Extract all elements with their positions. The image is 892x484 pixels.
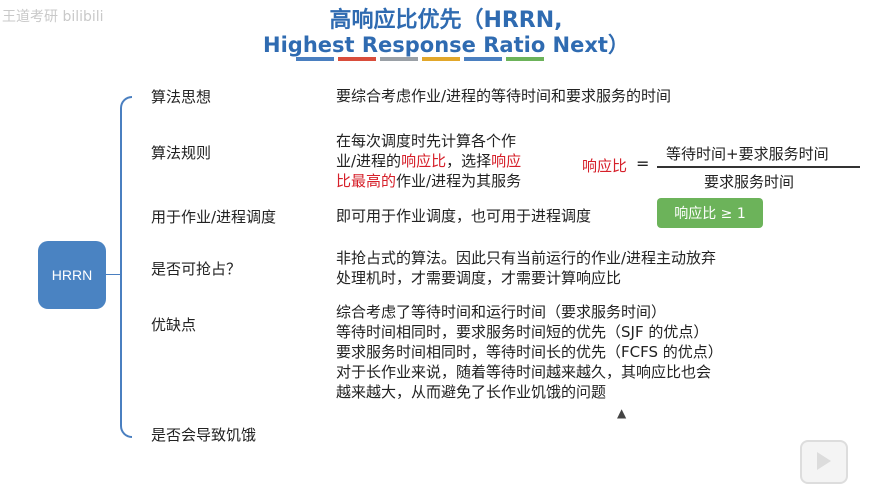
play-triangle xyxy=(817,452,831,470)
rule-text: 业/进程的 xyxy=(336,152,402,170)
formula-equals: = xyxy=(636,154,650,173)
pros-cons-line: 要求服务时间相同时，等待时间长的优先（FCFS 的优点） xyxy=(336,343,723,361)
formula-denominator: 要求服务时间 xyxy=(704,173,795,191)
pros-cons-line: 综合考虑了等待时间和运行时间（要求服务时间） xyxy=(336,303,667,321)
label-scheduling-use: 用于作业/进程调度 xyxy=(151,208,277,226)
label-algorithm-rule: 算法规则 xyxy=(151,144,212,162)
title-color-stripes xyxy=(296,57,544,61)
label-pros-cons: 优缺点 xyxy=(151,316,197,334)
content-pros-cons: 综合考虑了等待时间和运行时间（要求服务时间） 等待时间相同时，要求服务时间短的优… xyxy=(336,302,723,402)
rule-highlight: 比最高的 xyxy=(336,172,397,190)
node-connector xyxy=(106,274,120,275)
page-subtitle: Highest Response Ratio Next） xyxy=(263,33,629,57)
mouse-cursor-icon: ▲ xyxy=(617,406,627,420)
stripe xyxy=(506,57,544,61)
ratio-badge: 响应比 ≥ 1 xyxy=(657,198,763,228)
pros-cons-line: 等待时间相同时，要求服务时间短的优先（SJF 的优点） xyxy=(336,323,709,341)
content-algorithm-idea: 要综合考虑作业/进程的等待时间和要求服务的时间 xyxy=(336,87,672,105)
formula-numerator: 等待时间+要求服务时间 xyxy=(666,145,829,163)
formula-label: 响应比 xyxy=(582,157,628,175)
pros-cons-line: 对于长作业来说，随着等待时间越来越久，其响应比也会 xyxy=(336,363,712,381)
stripe xyxy=(338,57,376,61)
preemptive-line: 处理机时，才需要调度，才需要计算响应比 xyxy=(336,269,622,287)
rule-text: 作业/进程为其服务 xyxy=(396,172,522,190)
stripe xyxy=(296,57,334,61)
hrrn-node: HRRN xyxy=(38,241,106,309)
pros-cons-line: 越来越大，从而避免了长作业饥饿的问题 xyxy=(336,383,607,401)
content-preemptive: 非抢占式的算法。因此只有当前运行的作业/进程主动放弃 处理机时，才需要调度，才需… xyxy=(336,248,716,288)
rule-text: ，选择 xyxy=(446,152,492,170)
mindmap-brace xyxy=(120,96,132,438)
rule-highlight: 响应比 xyxy=(401,152,447,170)
rule-text: 在每次调度时先计算各个作 xyxy=(336,132,517,150)
stripe xyxy=(464,57,502,61)
stripe xyxy=(422,57,460,61)
fraction-line xyxy=(657,166,860,168)
preemptive-line: 非抢占式的算法。因此只有当前运行的作业/进程主动放弃 xyxy=(336,249,717,267)
content-algorithm-rule: 在每次调度时先计算各个作 业/进程的响应比，选择响应 比最高的作业/进程为其服务 xyxy=(336,131,521,191)
stripe xyxy=(380,57,418,61)
label-starvation: 是否会导致饥饿 xyxy=(151,426,257,444)
label-algorithm-idea: 算法思想 xyxy=(151,88,212,106)
label-preemptive: 是否可抢占？ xyxy=(151,260,242,278)
play-icon[interactable] xyxy=(800,440,848,484)
rule-highlight: 响应 xyxy=(491,152,522,170)
content-scheduling-use: 即可用于作业调度，也可用于进程调度 xyxy=(336,207,592,225)
